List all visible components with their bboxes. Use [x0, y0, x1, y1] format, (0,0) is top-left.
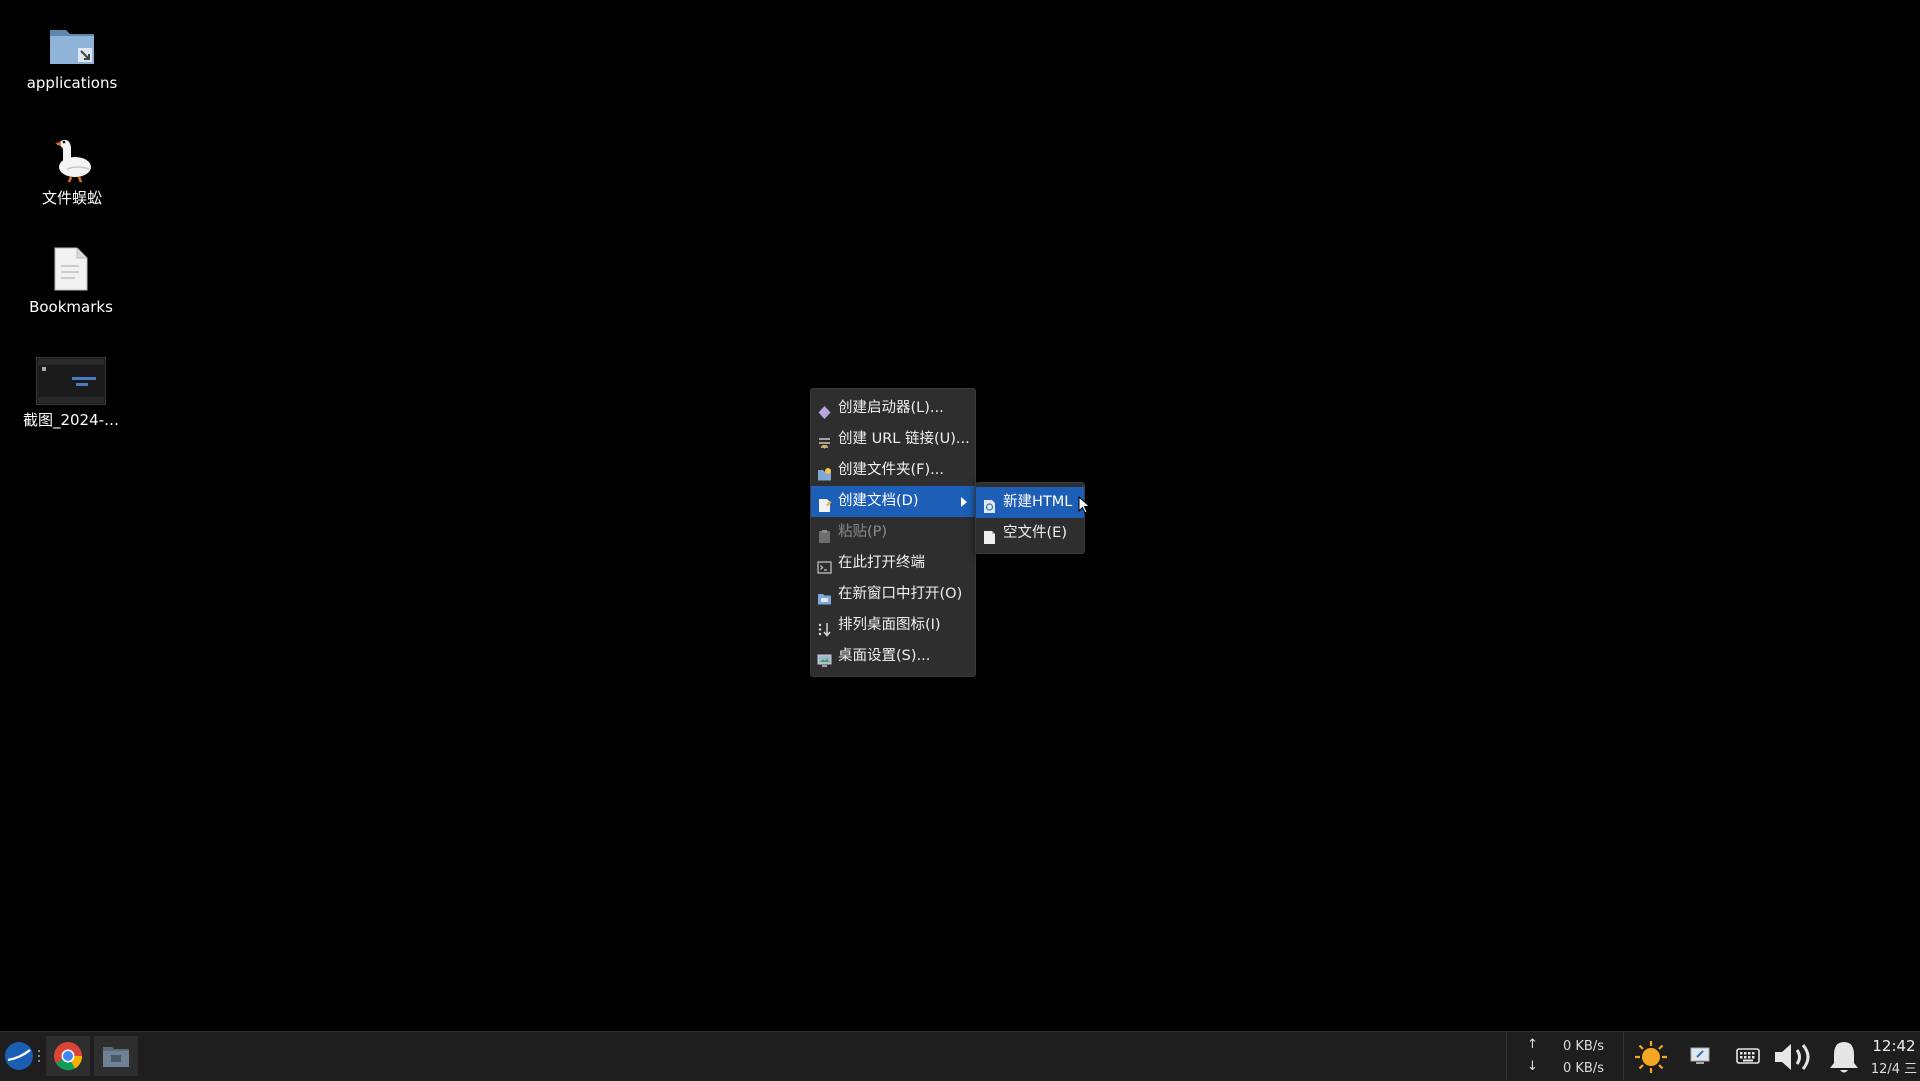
menu-item-label: 粘贴(P)	[838, 524, 888, 540]
file-manager-icon	[102, 1044, 130, 1072]
download-arrow-icon: ↓	[1527, 1059, 1538, 1074]
chrome-icon	[53, 1041, 83, 1075]
desktop-settings-icon	[817, 649, 832, 667]
menu-item-label: 创建文件夹(F)...	[838, 462, 944, 478]
document-icon	[51, 246, 91, 292]
url-link-icon	[817, 432, 832, 449]
clock-widget[interactable]: 12:42 12/4 三	[1868, 1032, 1920, 1081]
menu-item-label: 创建文档(D)	[838, 493, 919, 509]
submenu-item-new-html[interactable]: 新建HTML	[976, 487, 1084, 518]
document-icon	[817, 494, 832, 512]
menu-item-label: 桌面设置(S)...	[838, 648, 931, 664]
clock-time: 12:42	[1872, 1037, 1916, 1055]
menu-item-label: 创建启动器(L)...	[838, 400, 944, 416]
desktop-icon-applications[interactable]: applications	[12, 24, 132, 92]
weather-sun-icon[interactable]	[1634, 1040, 1668, 1078]
upload-speed: 0 KB/s	[1563, 1039, 1604, 1054]
deepin-logo-icon	[2, 1042, 42, 1080]
sort-icon	[817, 618, 832, 637]
desktop-icon-file-goose[interactable]: 文件蜈蚣	[12, 133, 132, 207]
goose-icon	[47, 133, 97, 183]
menu-item-paste[interactable]: 粘贴(P)	[811, 517, 975, 548]
notification-bell-icon[interactable]	[1828, 1040, 1860, 1078]
paste-icon	[817, 525, 832, 543]
download-speed: 0 KB/s	[1563, 1061, 1604, 1076]
mouse-cursor-icon	[1078, 495, 1091, 518]
launcher-icon	[817, 401, 832, 419]
desktop-icon-label: applications	[26, 74, 118, 92]
desktop-icon-label: 文件蜈蚣	[41, 189, 102, 207]
menu-item-label: 空文件(E)	[1003, 525, 1067, 541]
keyboard-icon[interactable]	[1736, 1046, 1760, 1070]
desktop-icon-label: 截图_2024-…	[22, 411, 120, 429]
taskbar: ↑ 0 KB/s ↓ 0 KB/s 12:42 12/4 三	[0, 1031, 1920, 1081]
desktop-icon-screenshot[interactable]: 截图_2024-…	[11, 356, 131, 429]
menu-item-create-url-link[interactable]: 创建 URL 链接(U)...	[811, 424, 975, 455]
screenshot-thumbnail-icon	[35, 356, 107, 406]
menu-item-label: 在新窗口中打开(O)	[838, 586, 963, 602]
desktop-icon-bookmarks[interactable]: Bookmarks	[11, 246, 131, 316]
clock-date: 12/4 三	[1870, 1062, 1918, 1077]
desktop-icon-label: Bookmarks	[29, 298, 113, 316]
start-menu-button[interactable]	[2, 1036, 42, 1076]
menu-item-label: 排列桌面图标(I)	[838, 617, 941, 633]
volume-icon[interactable]	[1772, 1039, 1818, 1079]
create-document-submenu: 新建HTML 空文件(E)	[975, 482, 1085, 554]
submenu-item-blank-file[interactable]: 空文件(E)	[976, 518, 1084, 549]
menu-item-open-new-window[interactable]: 在新窗口中打开(O)	[811, 579, 975, 610]
screen-capture-icon[interactable]	[1689, 1045, 1711, 1071]
taskbar-app-file-manager[interactable]	[94, 1036, 138, 1076]
desktop-context-menu: 创建启动器(L)... 创建 URL 链接(U)... 创建文件夹(F)... …	[810, 388, 976, 677]
menu-item-desktop-settings[interactable]: 桌面设置(S)...	[811, 641, 975, 672]
menu-item-create-document[interactable]: 创建文档(D)	[811, 486, 975, 517]
menu-item-create-launcher[interactable]: 创建启动器(L)...	[811, 393, 975, 424]
html-file-icon	[982, 495, 997, 513]
taskbar-app-chrome[interactable]	[46, 1036, 90, 1076]
submenu-arrow-icon	[961, 497, 967, 507]
open-window-icon	[817, 587, 832, 605]
menu-item-open-terminal[interactable]: 在此打开终端	[811, 548, 975, 579]
blank-file-icon	[982, 526, 997, 544]
menu-item-label: 新建HTML	[1003, 494, 1073, 510]
folder-link-icon	[48, 24, 96, 68]
menu-item-label: 创建 URL 链接(U)...	[838, 431, 970, 447]
new-folder-icon	[817, 463, 832, 481]
upload-arrow-icon: ↑	[1527, 1037, 1538, 1052]
menu-item-arrange-icons[interactable]: 排列桌面图标(I)	[811, 610, 975, 641]
menu-item-create-folder[interactable]: 创建文件夹(F)...	[811, 455, 975, 486]
network-speed-widget[interactable]: ↑ 0 KB/s ↓ 0 KB/s	[1506, 1032, 1624, 1081]
terminal-icon	[817, 556, 832, 574]
menu-item-label: 在此打开终端	[838, 555, 925, 571]
